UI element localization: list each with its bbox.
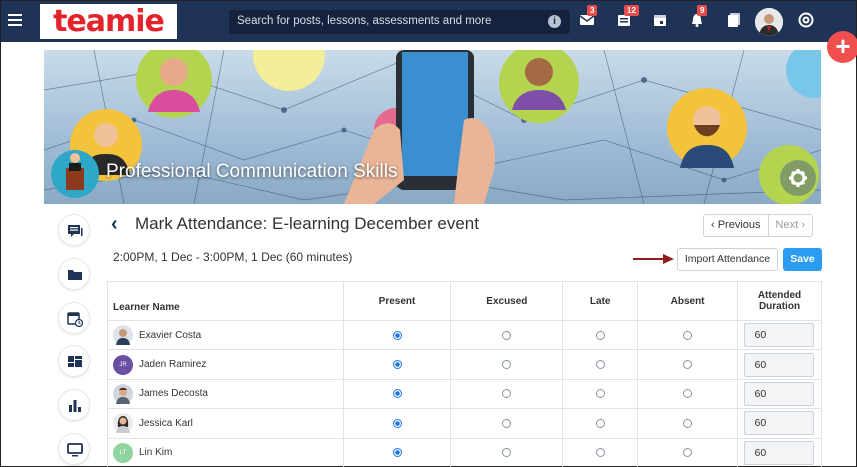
feed-icon[interactable]: 12 xyxy=(616,5,639,28)
excused-radio[interactable] xyxy=(502,389,512,399)
pager: ‹ Previous Next › xyxy=(703,214,813,237)
present-radio[interactable] xyxy=(392,330,402,340)
course-title: Professional Communication Skills xyxy=(106,161,398,182)
feed-badge: 12 xyxy=(624,5,639,16)
absent-radio[interactable] xyxy=(683,418,693,428)
col-attended-duration: Attended Duration xyxy=(736,281,823,321)
excused-radio[interactable] xyxy=(502,359,512,369)
import-attendance-button[interactable]: Import Attendance xyxy=(677,248,778,271)
col-duration-line1: Attended xyxy=(757,290,802,301)
page-title: Mark Attendance: E-learning December eve… xyxy=(135,214,479,233)
absent-radio[interactable] xyxy=(683,359,693,369)
gear-icon xyxy=(789,169,807,187)
duration-input[interactable]: 60 xyxy=(744,323,815,348)
excused-radio[interactable] xyxy=(502,418,512,428)
documents-icon[interactable] xyxy=(726,12,742,28)
col-absent: Absent xyxy=(637,281,738,321)
event-time: 2:00PM, 1 Dec - 3:00PM, 1 Dec (60 minute… xyxy=(113,250,353,264)
sidebar-files-button[interactable] xyxy=(58,258,90,290)
top-bar: teamie Search for posts, lessons, assess… xyxy=(1,1,856,42)
avatar xyxy=(113,383,133,404)
late-radio[interactable] xyxy=(595,448,605,458)
table-row: Jessica Karl 60 xyxy=(107,408,823,439)
help-globe-icon[interactable] xyxy=(798,12,814,28)
calendar-clock-icon xyxy=(67,312,83,327)
duration-input[interactable]: 60 xyxy=(744,411,815,436)
previous-button[interactable]: ‹ Previous xyxy=(704,215,768,236)
dashboard-icon xyxy=(68,356,82,367)
col-late: Late xyxy=(562,281,639,321)
sidebar-screen-button[interactable] xyxy=(58,433,90,465)
sidebar-analytics-button[interactable] xyxy=(58,389,90,421)
back-button[interactable]: ‹ xyxy=(111,213,118,236)
avatar: JR xyxy=(113,354,133,375)
table-row: James Decosta 60 xyxy=(107,378,823,410)
monitor-icon xyxy=(67,443,83,457)
sidebar-dashboard-button[interactable] xyxy=(58,345,90,377)
mail-icon[interactable]: 3 xyxy=(579,5,598,28)
bell-icon[interactable]: 9 xyxy=(689,5,708,28)
folder-icon xyxy=(68,270,82,280)
calendar-icon[interactable] xyxy=(652,12,668,28)
table-header-row: Learner Name Present Excused Late Absent… xyxy=(107,281,823,321)
duration-input[interactable]: 60 xyxy=(744,352,815,377)
learner-name: James Decosta xyxy=(139,388,208,400)
course-banner: Professional Communication Skills xyxy=(44,50,821,204)
learner-name: Lin Kim xyxy=(139,447,173,459)
absent-radio[interactable] xyxy=(683,448,693,458)
pointer-arrow-icon xyxy=(633,254,674,264)
search-placeholder: Search for posts, lessons, assessments a… xyxy=(237,15,492,27)
late-radio[interactable] xyxy=(595,330,605,340)
present-radio[interactable] xyxy=(392,448,402,458)
absent-radio[interactable] xyxy=(683,389,693,399)
late-radio[interactable] xyxy=(595,418,605,428)
duration-input[interactable]: 60 xyxy=(744,440,815,465)
bar-chart-icon xyxy=(69,400,81,412)
avatar xyxy=(113,413,133,434)
table-row: Exavier Costa 60 xyxy=(107,319,823,351)
excused-radio[interactable] xyxy=(502,448,512,458)
user-avatar[interactable] xyxy=(755,8,783,36)
present-radio[interactable] xyxy=(392,359,402,369)
sidebar-discussions-button[interactable] xyxy=(58,214,90,246)
chat-icon xyxy=(68,225,83,237)
avatar xyxy=(113,325,133,346)
course-settings-button[interactable] xyxy=(780,160,816,196)
col-present: Present xyxy=(342,281,452,321)
present-radio[interactable] xyxy=(392,389,402,399)
notifications-badge: 9 xyxy=(697,5,708,16)
learner-name: Jaden Ramirez xyxy=(139,359,207,371)
info-icon[interactable]: i xyxy=(548,15,561,28)
table-row: JR Jaden Ramirez 60 xyxy=(107,349,823,380)
late-radio[interactable] xyxy=(595,359,605,369)
col-duration-line2: Duration xyxy=(758,301,801,312)
sidebar-calendar-button[interactable] xyxy=(58,302,90,334)
table-row: LT Lin Kim 60 xyxy=(107,437,823,467)
learner-name: Jessica Karl xyxy=(139,417,193,429)
col-excused: Excused xyxy=(450,281,564,321)
learner-name: Exavier Costa xyxy=(139,329,202,341)
next-button[interactable]: Next › xyxy=(767,215,812,236)
search-input[interactable]: Search for posts, lessons, assessments a… xyxy=(229,10,570,34)
avatar: LT xyxy=(113,442,133,463)
save-button[interactable]: Save xyxy=(783,248,822,271)
hamburger-menu-icon[interactable] xyxy=(8,14,22,26)
add-fab-button[interactable]: + xyxy=(827,31,857,63)
present-radio[interactable] xyxy=(392,418,402,428)
col-learner-name: Learner Name xyxy=(107,281,344,321)
absent-radio[interactable] xyxy=(683,330,693,340)
late-radio[interactable] xyxy=(595,389,605,399)
attendance-table: Learner Name Present Excused Late Absent… xyxy=(107,281,823,467)
excused-radio[interactable] xyxy=(502,330,512,340)
duration-input[interactable]: 60 xyxy=(744,381,815,406)
mail-badge: 3 xyxy=(587,5,598,16)
teamie-logo[interactable]: teamie xyxy=(40,4,177,39)
